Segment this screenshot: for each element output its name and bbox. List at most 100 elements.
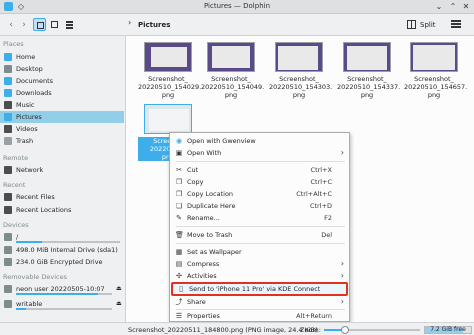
menu-item-compress[interactable]: ▤ Compress › — [171, 258, 348, 270]
menu-item-duplicate-here[interactable]: ❏ Duplicate Here Ctrl+D — [171, 200, 348, 212]
file-name-line: 20220510_154337. — [337, 83, 401, 91]
menu-item-rename[interactable]: ✎ Rename... F2 — [171, 212, 348, 224]
menu-item-open-with-gwenview[interactable]: ◉ Open with Gwenview — [171, 135, 348, 147]
wallpaper-icon: ▦ — [175, 248, 183, 256]
sidebar-item-encrypted-drive[interactable]: 234.0 GiB Encrypted Drive — [0, 256, 124, 268]
menu-item-send-via-kde-connect[interactable]: ▯ Send to 'iPhone 11 Pro' via KDE Connec… — [171, 282, 348, 296]
sidebar-item-label: Videos — [16, 125, 38, 133]
capacity-fill — [16, 308, 26, 310]
maximize-button[interactable]: ⌃ — [448, 2, 458, 12]
sidebar-item-network[interactable]: Network — [0, 164, 124, 176]
sidebar-item-home[interactable]: Home — [0, 51, 124, 63]
icons-view-button[interactable] — [33, 18, 46, 31]
open-with-icon: ▣ — [175, 149, 183, 157]
menu-item-cut[interactable]: ✂ Cut Ctrl+X — [171, 164, 348, 176]
home-icon — [4, 53, 12, 61]
context-menu: ◉ Open with Gwenview ▣ Open With › ✂ Cut… — [169, 132, 350, 322]
recent-files-icon — [4, 193, 12, 201]
duplicate-icon: ❏ — [175, 202, 183, 210]
details-view-button[interactable] — [63, 18, 76, 31]
sidebar-item-label: Trash — [16, 137, 34, 145]
chevron-right-icon: › — [340, 297, 344, 306]
sidebar-item-root[interactable]: / — [0, 231, 124, 243]
zoom-slider[interactable] — [324, 326, 420, 334]
breadcrumb[interactable]: Pictures — [138, 21, 170, 29]
menu-item-label: Share — [187, 298, 206, 306]
file-name-line: 20220510_154029. — [138, 83, 202, 91]
sidebar-item-internal-drive[interactable]: 498.0 MiB Internal Drive (sda1) — [0, 244, 124, 256]
compress-icon: ▤ — [175, 260, 183, 268]
menu-item-share[interactable]: ⤴ Share › — [171, 296, 348, 308]
menu-item-set-as-wallpaper[interactable]: ▦ Set as Wallpaper — [171, 246, 348, 258]
file-item[interactable]: Screenshot_ 20220510_154657. png — [404, 38, 467, 99]
eject-icon[interactable]: ⏏ — [116, 300, 122, 307]
window-title: Pictures — Dolphin — [203, 2, 271, 10]
menu-item-copy[interactable]: ❐ Copy Ctrl+C — [171, 176, 348, 188]
sidebar-item-label: Recent Locations — [16, 206, 72, 214]
file-item[interactable]: Screenshot_ 20220510_154337. png — [337, 38, 401, 99]
zoom-slider-handle[interactable] — [341, 326, 350, 334]
sidebar-item-label: Downloads — [16, 89, 52, 97]
file-name-line: Screenshot_ — [279, 75, 319, 83]
sidebar-item-documents[interactable]: Documents — [0, 75, 124, 87]
menu-item-shortcut: Del — [321, 231, 332, 239]
sidebar-item-music[interactable]: Music — [0, 99, 124, 111]
file-name-line: png — [292, 91, 306, 99]
sidebar-item-neon-user[interactable]: neon user 20220505-10:07 ⏏ — [0, 283, 124, 295]
sidebar-item-writable[interactable]: writable ⏏ — [0, 298, 124, 310]
menu-item-copy-location[interactable]: ❐ Copy Location Ctrl+Alt+C — [171, 188, 348, 200]
sidebar-item-pictures[interactable]: Pictures — [0, 111, 124, 123]
menu-item-label: Cut — [187, 166, 199, 174]
file-item[interactable]: Screenshot_ 20220510_154303. png — [269, 38, 332, 99]
rename-icon: ✎ — [176, 214, 182, 222]
menu-item-label: Copy — [187, 178, 204, 186]
zoom-label: Zoom: — [300, 326, 321, 334]
sidebar-item-trash[interactable]: Trash — [0, 135, 124, 147]
sidebar-item-label: Desktop — [16, 65, 43, 73]
compact-view-button[interactable] — [48, 18, 61, 31]
chevron-right-icon: › — [340, 148, 344, 157]
file-name-line: png — [224, 91, 238, 99]
network-icon — [4, 166, 12, 174]
trash-icon — [4, 137, 12, 145]
hamburger-menu-icon[interactable] — [451, 20, 461, 22]
menu-separator — [176, 226, 345, 227]
menu-item-activities[interactable]: ✣ Activities › — [171, 270, 348, 282]
sidebar-item-recent-locations[interactable]: Recent Locations — [0, 204, 124, 216]
split-button[interactable]: Split — [420, 21, 436, 29]
eject-icon[interactable]: ⏏ — [116, 285, 122, 292]
encrypted-drive-icon — [4, 258, 12, 266]
menu-item-shortcut: Alt+Return — [296, 312, 332, 320]
split-icon[interactable] — [407, 20, 416, 29]
sidebar-item-label: neon user 20220505-10:07 — [16, 285, 105, 293]
menu-item-shortcut: Ctrl+X — [310, 166, 332, 174]
sidebar-item-label: 498.0 MiB Internal Drive (sda1) — [16, 246, 118, 254]
forward-button[interactable]: › — [19, 19, 29, 31]
sidebar-item-videos[interactable]: Videos — [0, 123, 124, 135]
menu-item-open-with[interactable]: ▣ Open With › — [171, 147, 348, 159]
free-space-indicator[interactable]: 7.2 GiB free — [424, 326, 472, 334]
sidebar-item-desktop[interactable]: Desktop — [0, 63, 124, 75]
sidebar-item-label: Documents — [16, 77, 54, 85]
status-bar: Screenshot_20220511_184800.png (PNG imag… — [0, 322, 474, 335]
sidebar-item-downloads[interactable]: Downloads — [0, 87, 124, 99]
back-button[interactable]: ‹ — [6, 19, 16, 31]
places-header: Places — [3, 40, 24, 48]
desktop-icon — [4, 65, 12, 73]
file-item[interactable]: Screenshot_ 20220510_154049. png — [201, 38, 264, 99]
drive-icon — [4, 233, 12, 241]
menu-separator — [176, 243, 345, 244]
close-button[interactable]: ✕ — [461, 2, 471, 12]
remote-header: Remote — [3, 154, 29, 162]
minimize-button[interactable]: ⌄ — [434, 2, 444, 12]
title-bar: ◇ Pictures — Dolphin ⌄ ⌃ ✕ — [0, 0, 474, 14]
menu-item-shortcut: Ctrl+D — [309, 202, 332, 210]
menu-item-label: Set as Wallpaper — [187, 248, 242, 256]
compact-grid-icon — [51, 21, 58, 28]
menu-item-properties[interactable]: ☰ Properties Alt+Return — [171, 310, 348, 322]
menu-item-move-to-trash[interactable]: 🗑 Move to Trash Del — [171, 229, 348, 241]
sidebar-item-recent-files[interactable]: Recent Files — [0, 191, 124, 203]
file-thumbnail — [144, 104, 192, 134]
file-item[interactable]: Screenshot_ 20220510_154029. png — [138, 38, 202, 99]
capacity-bar — [16, 241, 120, 243]
